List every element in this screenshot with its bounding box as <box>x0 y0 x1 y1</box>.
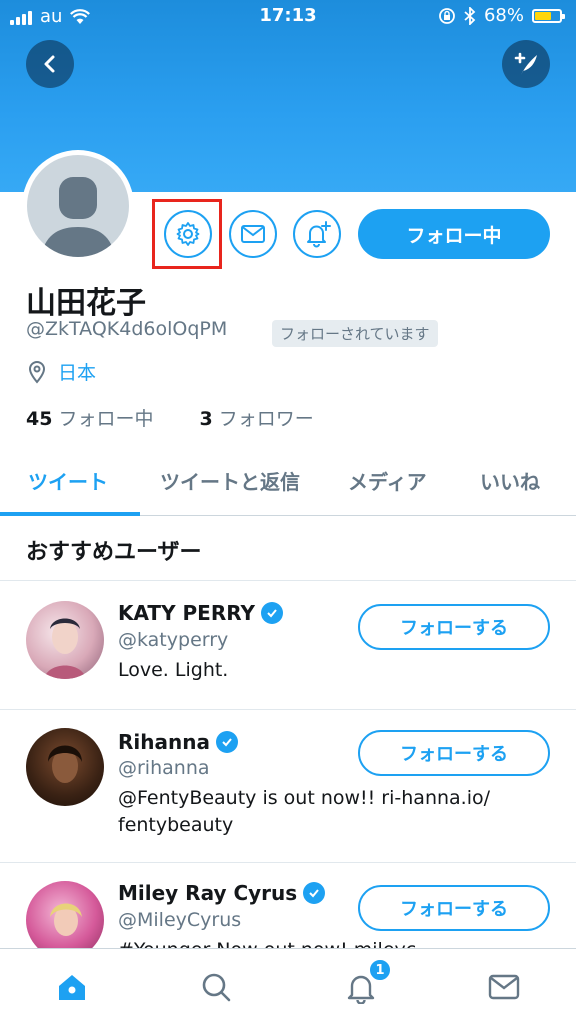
home-icon <box>59 975 85 1000</box>
user-name-text: Rihanna <box>118 730 210 754</box>
following-stat[interactable]: 45 フォロー中 <box>26 404 153 431</box>
tab-media[interactable]: メディア <box>348 466 427 495</box>
battery-icon <box>532 8 565 23</box>
user-name: Miley Ray Cyrus <box>118 881 326 905</box>
notification-badge: 1 <box>368 958 392 982</box>
user-name: KATY PERRY <box>118 601 284 625</box>
user-name-text: Miley Ray Cyrus <box>118 881 298 905</box>
following-count: 45 <box>26 408 53 430</box>
message-button[interactable] <box>229 210 277 258</box>
person-photo-icon <box>44 618 86 679</box>
followers-count: 3 <box>199 408 213 430</box>
person-photo-icon <box>50 903 82 936</box>
follows-you-badge: フォローされています <box>272 320 438 347</box>
follow-button[interactable]: フォローする <box>358 604 550 650</box>
user-avatar-mileycyrus <box>26 881 104 948</box>
profile-tabs: ツイート ツイートと返信 メディア いいね <box>0 452 576 516</box>
user-handle: @rihanna <box>118 757 210 779</box>
following-label: フォロー中 <box>58 408 154 430</box>
status-right: 68% <box>438 5 565 26</box>
tab-tweets-and-replies[interactable]: ツイートと返信 <box>160 466 300 495</box>
user-handle: @MileyCyrus <box>118 909 242 931</box>
battery-percent: 68% <box>483 5 524 26</box>
tab-tweets[interactable]: ツイート <box>28 466 108 495</box>
follow-button[interactable]: フォローする <box>358 885 550 931</box>
settings-highlight-box <box>152 199 222 269</box>
status-bar: au 17:13 68% <box>0 0 576 34</box>
verified-badge-icon <box>215 731 238 753</box>
user-bio: @FentyBeauty is out now!! ri-hanna.io/ f… <box>118 787 491 836</box>
follow-button[interactable]: フォローする <box>358 730 550 776</box>
person-photo-icon <box>48 745 82 783</box>
user-handle: @katyperry <box>118 629 229 651</box>
tab-likes[interactable]: いいね <box>480 466 540 495</box>
compose-feather-icon <box>514 52 537 75</box>
search-icon <box>202 973 231 1002</box>
follow-stats: 45 フォロー中 3 フォロワー <box>26 404 314 431</box>
user-name-text: KATY PERRY <box>118 601 256 625</box>
user-bio: #Younger Now out now! mileyc... <box>118 937 538 948</box>
location-text[interactable]: 日本 <box>58 358 96 385</box>
bluetooth-icon <box>464 6 476 25</box>
user-avatar-katyperry <box>26 601 104 679</box>
active-tab-indicator <box>0 512 140 516</box>
profile-location: 日本 <box>26 358 96 385</box>
suggested-user-row[interactable]: KATY PERRY @katyperry Love. Light. フォローす… <box>0 581 576 709</box>
bottom-tab-bar <box>0 948 576 1024</box>
notify-button[interactable] <box>293 210 341 258</box>
default-avatar <box>27 155 129 257</box>
suggested-users-title: おすすめユーザー <box>26 540 202 565</box>
tab-search[interactable] <box>196 967 236 1007</box>
user-name: Rihanna <box>118 730 238 754</box>
profile-name: 山田花子 <box>26 286 146 321</box>
user-avatar-rihanna <box>26 728 104 806</box>
compose-tweet-button[interactable] <box>502 40 550 88</box>
person-silhouette-icon <box>41 177 115 257</box>
followers-stat[interactable]: 3 フォロワー <box>199 404 313 431</box>
verified-badge-icon <box>261 602 284 624</box>
bell-plus-icon <box>307 221 331 248</box>
envelope-icon <box>488 974 520 1000</box>
battery-level <box>535 11 552 20</box>
envelope-icon <box>241 225 265 243</box>
followers-label: フォロワー <box>218 408 314 430</box>
following-button[interactable]: フォロー中 <box>358 209 550 259</box>
back-button[interactable] <box>26 40 74 88</box>
tab-home[interactable] <box>52 967 92 1007</box>
user-bio: Love. Light. <box>118 659 229 681</box>
suggested-user-row[interactable]: Miley Ray Cyrus @MileyCyrus #Younger Now… <box>0 863 576 948</box>
profile-avatar[interactable] <box>22 150 134 262</box>
suggested-user-row[interactable]: Rihanna @rihanna @FentyBeauty is out now… <box>0 710 576 862</box>
location-pin-icon <box>28 360 46 384</box>
orientation-lock-icon <box>439 7 455 24</box>
tab-messages[interactable] <box>484 967 524 1007</box>
chevron-left-icon <box>44 55 55 73</box>
profile-handle: @ZkTAQK4d6olOqPM <box>26 318 228 340</box>
verified-badge-icon <box>303 882 326 904</box>
